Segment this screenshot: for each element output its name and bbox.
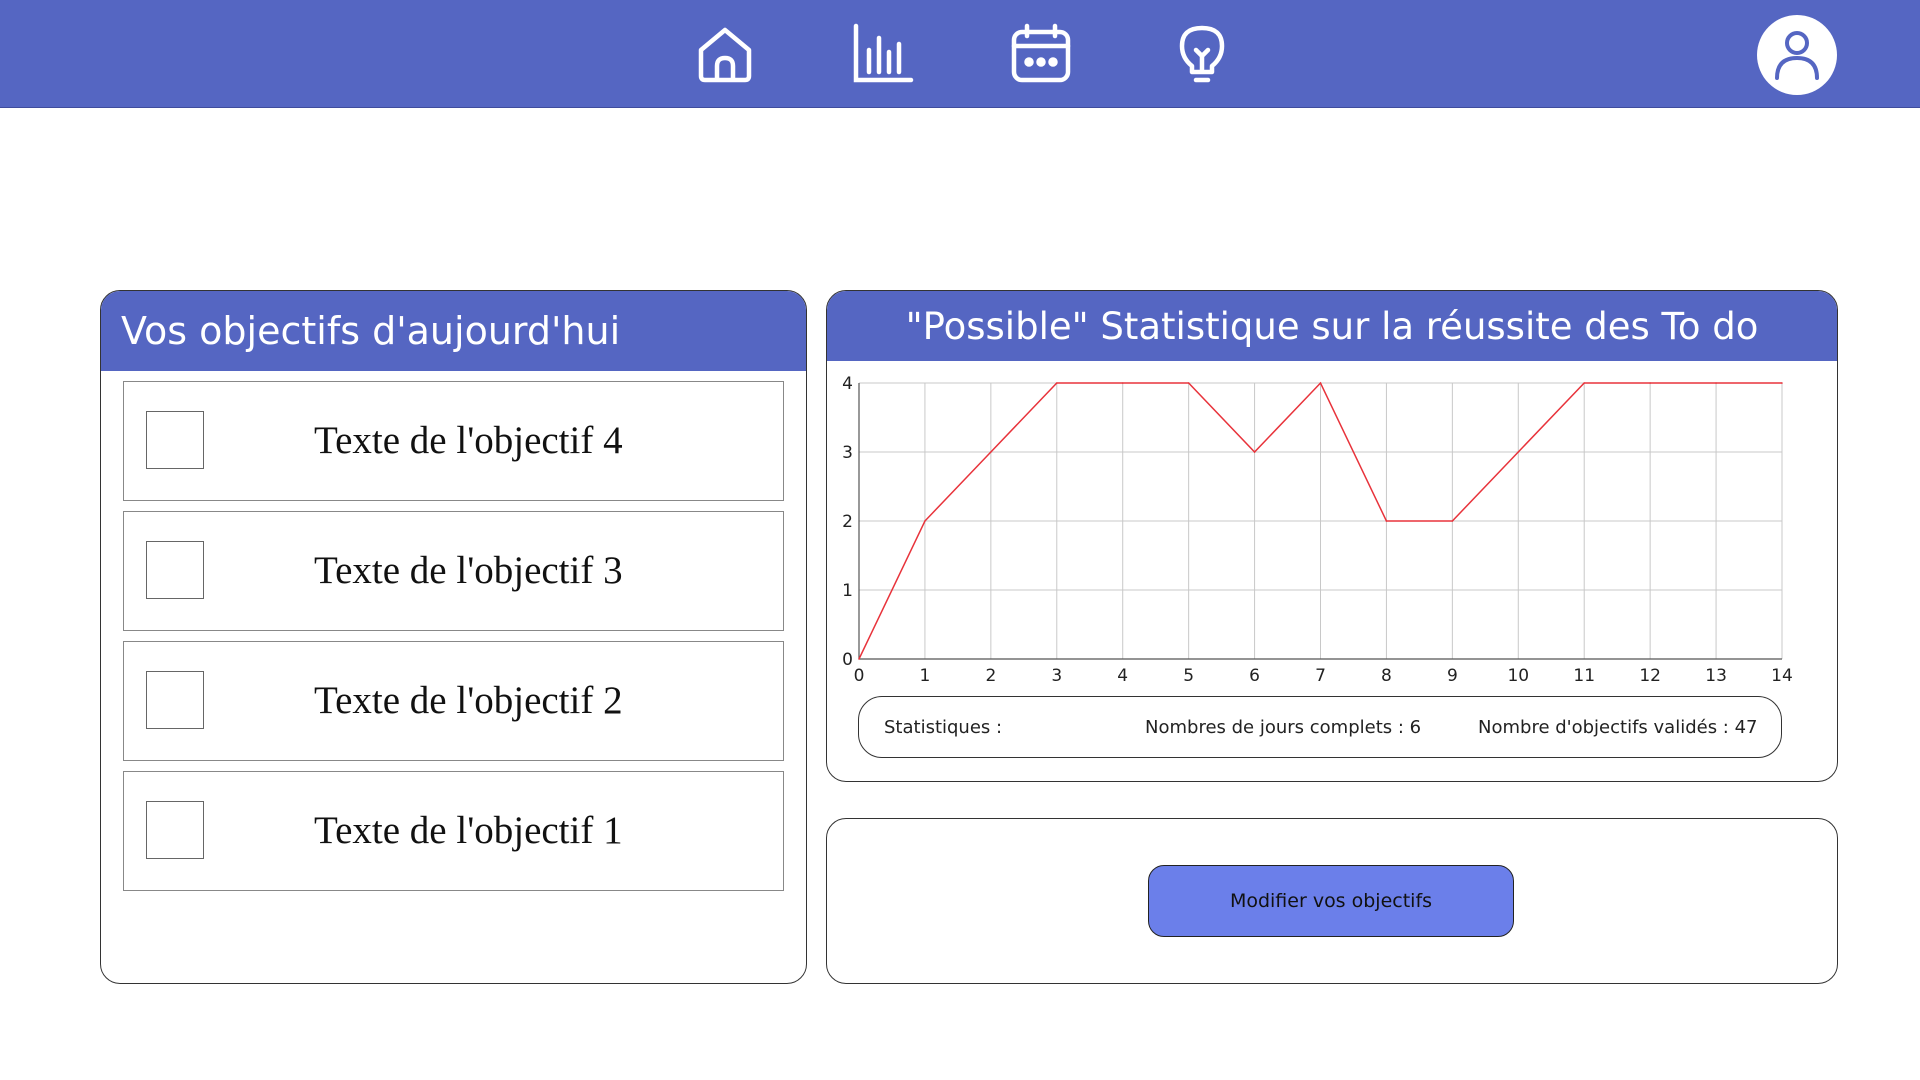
x-tick-label: 6 [1249, 666, 1260, 686]
data-point [1649, 382, 1651, 384]
x-tick-label: 0 [854, 666, 865, 686]
objectives-panel: Vos objectifs d'aujourd'hui Texte de l'o… [100, 290, 807, 984]
objective-checkbox[interactable] [146, 801, 204, 859]
data-point [1187, 382, 1190, 384]
x-tick-label: 13 [1705, 666, 1727, 686]
data-point [1319, 382, 1322, 384]
data-point [1583, 382, 1586, 384]
x-tick-label: 8 [1381, 666, 1392, 686]
x-tick-label: 11 [1573, 666, 1595, 686]
validated-objectives-stat: Nombre d'objectifs validés : 47 [1478, 717, 1758, 738]
x-tick-label: 7 [1315, 666, 1326, 686]
data-point [1451, 520, 1454, 522]
y-tick-label: 0 [842, 650, 853, 670]
objective-item: Texte de l'objectif 2 [123, 641, 784, 761]
actions-panel: Modifier vos objectifs [826, 818, 1838, 984]
modify-objectives-button[interactable]: Modifier vos objectifs [1148, 865, 1514, 937]
objective-checkbox[interactable] [146, 671, 204, 729]
objective-checkbox[interactable] [146, 411, 204, 469]
objective-item: Texte de l'objectif 4 [123, 381, 784, 501]
objective-text: Texte de l'objectif 1 [314, 809, 623, 852]
x-tick-label: 10 [1507, 666, 1529, 686]
complete-days-stat: Nombres de jours complets : 6 [1145, 717, 1422, 738]
x-tick-label: 5 [1183, 666, 1194, 686]
objective-text: Texte de l'objectif 2 [314, 679, 623, 722]
objective-text: Texte de l'objectif 4 [314, 419, 623, 462]
data-point [1253, 451, 1256, 453]
x-tick-label: 2 [985, 666, 996, 686]
top-navigation-bar [0, 0, 1920, 108]
data-point [1055, 382, 1058, 384]
profile-avatar[interactable] [1757, 15, 1837, 95]
data-point [1517, 451, 1520, 453]
lightbulb-icon[interactable] [1170, 22, 1234, 86]
x-tick-label: 1 [920, 666, 931, 686]
data-point [924, 520, 926, 522]
x-tick-label: 3 [1051, 666, 1062, 686]
home-icon[interactable] [693, 22, 757, 86]
data-point [990, 451, 992, 453]
x-tick-label: 12 [1639, 666, 1661, 686]
y-tick-label: 3 [842, 443, 853, 463]
statistics-panel: "Possible" Statistique sur la réussite d… [826, 290, 1838, 782]
data-point [1385, 520, 1388, 522]
objective-checkbox[interactable] [146, 541, 204, 599]
bar-chart-icon[interactable] [851, 22, 915, 86]
data-point [1121, 382, 1124, 384]
x-tick-label: 4 [1117, 666, 1128, 686]
x-tick-label: 9 [1447, 666, 1458, 686]
progress-line-chart: 0 1 2 3 4 5 6 7 8 9 10 11 12 13 1401234 [842, 374, 1793, 686]
objectives-title: Vos objectifs d'aujourd'hui [101, 291, 806, 371]
data-point [1715, 382, 1717, 384]
y-tick-label: 1 [842, 581, 853, 601]
user-icon [1775, 31, 1819, 80]
objective-text: Texte de l'objectif 3 [314, 549, 623, 592]
statistics-summary: Statistiques : Nombres de jours complets… [858, 696, 1782, 758]
x-tick-label: 14 [1771, 666, 1793, 686]
calendar-icon[interactable] [1009, 22, 1073, 86]
objective-item: Texte de l'objectif 1 [123, 771, 784, 891]
objective-item: Texte de l'objectif 3 [123, 511, 784, 631]
summary-label: Statistiques : [884, 717, 1003, 738]
y-tick-label: 4 [842, 374, 853, 394]
data-point [1781, 382, 1783, 384]
y-tick-label: 2 [842, 512, 853, 532]
data-point [858, 658, 860, 660]
statistics-title: "Possible" Statistique sur la réussite d… [827, 291, 1837, 361]
